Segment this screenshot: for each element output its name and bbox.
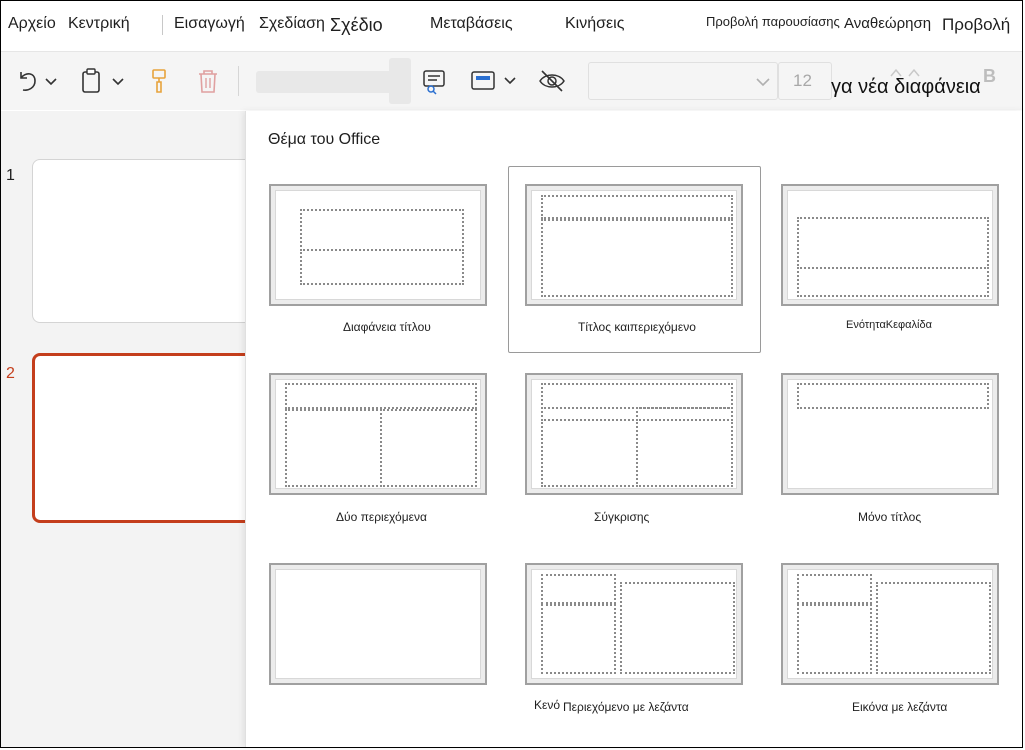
slide-thumbnail-selected[interactable] xyxy=(32,353,272,523)
layout-title-content[interactable] xyxy=(525,184,743,306)
slide-number: 2 xyxy=(6,365,15,382)
slide-number: 1 xyxy=(6,167,15,184)
placeholder-content-left xyxy=(541,419,638,487)
placeholder-title xyxy=(541,195,733,219)
layout-label: Διαφάνεια τίτλου xyxy=(343,320,431,334)
menu-slideshow[interactable]: Προβολή παρουσίασης xyxy=(706,14,840,29)
layout-field-edge xyxy=(389,58,411,104)
placeholder-content xyxy=(620,582,735,674)
gallery-title: Θέμα του Office xyxy=(268,131,381,148)
placeholder-title xyxy=(285,383,477,409)
menu-insert[interactable]: Εισαγωγή xyxy=(174,15,245,33)
layout-picture-caption[interactable] xyxy=(781,563,999,685)
menu-separator xyxy=(162,15,163,35)
placeholder-subtitle xyxy=(300,249,464,285)
layout-title-slide[interactable] xyxy=(269,184,487,306)
menu-view[interactable]: Προβολή xyxy=(942,15,1010,35)
comment-button[interactable] xyxy=(421,66,449,96)
hide-slide-button[interactable] xyxy=(537,66,567,96)
toolbar-separator xyxy=(238,66,239,96)
paste-button[interactable] xyxy=(79,66,131,96)
placeholder-content-right xyxy=(380,409,477,487)
placeholder-title xyxy=(300,209,464,251)
layout-label: Εικόνα με λεζάντα xyxy=(852,700,948,714)
layout-two-content[interactable] xyxy=(269,373,487,495)
layout-gallery: Θέμα του Office Διαφάνεια τίτλου Τίτλος … xyxy=(245,111,1024,747)
clipboard-icon xyxy=(82,68,124,93)
placeholder-content xyxy=(541,219,733,297)
layout-label: Μόνο τίτλος xyxy=(858,510,922,524)
placeholder-title xyxy=(797,383,989,409)
eye-hidden-icon xyxy=(539,70,565,92)
undo-icon xyxy=(20,72,57,91)
slide-thumbnail-pane: 1 2 xyxy=(1,111,272,747)
placeholder-caption-text xyxy=(797,604,872,674)
slide-thumbnail[interactable] xyxy=(32,159,272,323)
layout-label: Σύγκρισης xyxy=(594,510,650,524)
placeholder-text xyxy=(797,267,989,297)
chevron-down-icon xyxy=(756,78,770,87)
placeholder-title xyxy=(797,217,989,269)
menu-home[interactable]: Κεντρική xyxy=(68,15,130,33)
layout-field[interactable] xyxy=(256,71,411,93)
ribbon-toolbar: 12 B γα νέα διαφάνεια xyxy=(1,52,1022,110)
format-painter-icon xyxy=(152,69,166,93)
placeholder-picture xyxy=(876,582,991,674)
menu-animations[interactable]: Κινήσεις xyxy=(565,15,624,33)
menu-review[interactable]: Αναθεώρηση xyxy=(844,15,931,32)
slide-layout-icon xyxy=(471,71,516,90)
layout-title-only[interactable] xyxy=(781,373,999,495)
bold-icon: B xyxy=(983,66,996,86)
menu-design[interactable]: Σχέδιο xyxy=(330,15,383,36)
menu-bar: Αρχείο Κεντρική Εισαγωγή Σχεδίαση Σχέδιο… xyxy=(1,1,1022,52)
layout-label: Κενό xyxy=(534,698,561,712)
trash-icon xyxy=(199,70,217,93)
layout-label: ΕνότηταΚεφαλίδα xyxy=(846,319,932,331)
layout-label: Τίτλος καιπεριεχόμενο xyxy=(578,320,696,334)
comment-search-icon xyxy=(423,70,445,95)
layout-button[interactable] xyxy=(469,66,521,96)
layout-content-caption[interactable] xyxy=(525,563,743,685)
font-size-select[interactable]: 12 xyxy=(778,62,832,100)
placeholder-title xyxy=(541,383,733,409)
placeholder-caption-text xyxy=(541,604,616,674)
undo-button[interactable] xyxy=(13,66,63,96)
placeholder-caption-title xyxy=(541,574,616,604)
menu-transitions[interactable]: Μεταβάσεις xyxy=(430,15,513,33)
format-painter-button[interactable] xyxy=(147,66,173,96)
layout-blank[interactable] xyxy=(269,563,487,685)
delete-button[interactable] xyxy=(195,66,221,96)
new-slide-label[interactable]: γα νέα διαφάνεια xyxy=(831,76,981,99)
placeholder-caption-title xyxy=(797,574,872,604)
placeholder-content-left xyxy=(285,409,382,487)
menu-draw[interactable]: Σχεδίαση xyxy=(259,15,325,33)
placeholder-content-right xyxy=(636,419,733,487)
font-family-select[interactable] xyxy=(588,62,778,100)
layout-comparison[interactable] xyxy=(525,373,743,495)
layout-label: Δύο περιεχόμενα xyxy=(336,510,427,524)
layout-label: Περιεχόμενο με λεζάντα xyxy=(563,700,689,714)
layout-section-header[interactable] xyxy=(781,184,999,306)
menu-file[interactable]: Αρχείο xyxy=(8,15,56,33)
